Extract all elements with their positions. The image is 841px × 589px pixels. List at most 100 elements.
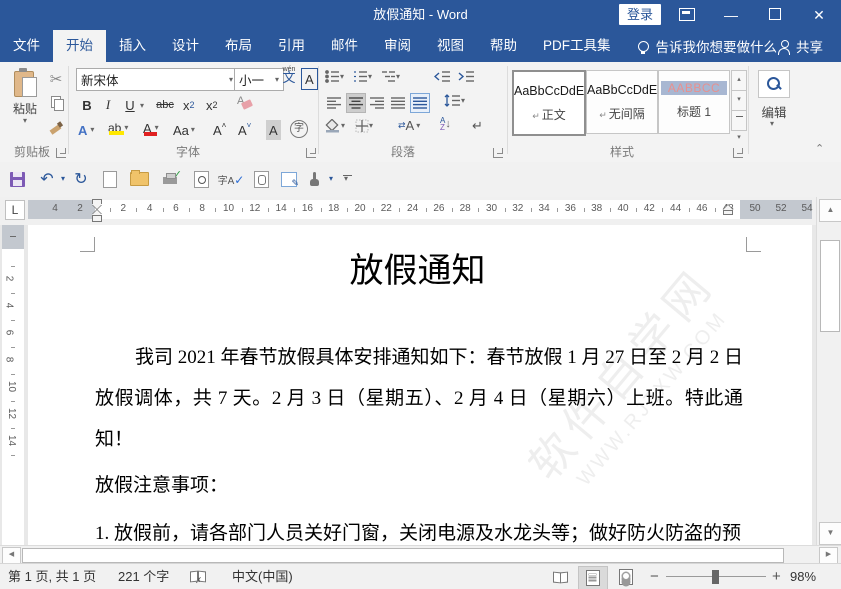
styles-gallery-up-button[interactable]: ▴ xyxy=(731,70,747,91)
zoom-out-button[interactable]: − xyxy=(650,564,659,589)
zoom-in-button[interactable]: + xyxy=(772,564,781,589)
undo-button[interactable]: ↶ xyxy=(34,167,60,191)
tab-帮助[interactable]: 帮助 xyxy=(477,30,530,62)
show-marks-button[interactable]: ↵ xyxy=(472,118,483,134)
tab-设计[interactable]: 设计 xyxy=(159,30,212,62)
clipboard-dialog-launcher-icon[interactable] xyxy=(56,148,66,158)
close-button[interactable]: ✕ xyxy=(797,0,841,30)
sort-button[interactable]: AZ↓ xyxy=(440,117,451,131)
paste-button[interactable]: 粘贴 ▾ xyxy=(6,68,44,154)
phonetic-guide-button[interactable]: wén文 xyxy=(280,67,298,87)
font-dialog-launcher-icon[interactable] xyxy=(306,148,316,158)
editing-dropdown-caret[interactable]: ▾ xyxy=(770,120,774,128)
superscript-button[interactable]: x2 xyxy=(206,95,218,115)
justify-button[interactable] xyxy=(389,94,407,112)
tab-视图[interactable]: 视图 xyxy=(424,30,477,62)
tab-开始[interactable]: 开始 xyxy=(53,30,106,62)
redo-button[interactable]: ↻ xyxy=(68,167,94,191)
language-status[interactable]: 中文(中国) xyxy=(232,564,293,589)
styles-gallery-down-button[interactable]: ▾ xyxy=(731,90,747,111)
font-color-button[interactable]: A▾ xyxy=(143,118,159,138)
print-preview-button[interactable] xyxy=(188,167,214,191)
character-border-button[interactable]: A xyxy=(301,68,318,90)
touch-mode-caret[interactable]: ▾ xyxy=(326,167,336,191)
collapse-ribbon-button[interactable]: ⌃ xyxy=(815,142,824,155)
zoom-slider-thumb[interactable] xyxy=(712,570,719,584)
horizontal-ruler[interactable]: 2468101214161820222426283032343638404244… xyxy=(28,200,812,219)
cut-button[interactable]: ✂ xyxy=(46,70,66,88)
paragraph-dialog-launcher-icon[interactable] xyxy=(493,148,503,158)
style-card-heading1[interactable]: AABBCC 标题 1 xyxy=(658,70,730,134)
scroll-down-button[interactable]: ▼ xyxy=(819,522,841,545)
undo-caret[interactable]: ▾ xyxy=(58,167,68,191)
attach-button[interactable] xyxy=(248,167,274,191)
print-layout-button[interactable] xyxy=(578,566,608,589)
right-indent-marker[interactable] xyxy=(723,205,733,221)
tab-布局[interactable]: 布局 xyxy=(212,30,265,62)
save-button[interactable] xyxy=(6,167,28,191)
copy-button[interactable] xyxy=(47,94,67,112)
strikethrough-button[interactable]: abc xyxy=(153,95,177,115)
vertical-scrollbar[interactable]: ▲ ▼ xyxy=(816,197,841,545)
ribbon-display-options-button[interactable] xyxy=(665,0,709,30)
font-name-combo[interactable]: 新宋体▾ xyxy=(76,68,238,91)
decrease-indent-button[interactable] xyxy=(434,70,451,83)
font-size-combo[interactable]: 小一▾ xyxy=(234,68,284,91)
subscript-button[interactable]: x2 xyxy=(183,95,195,115)
vertical-ruler[interactable]: 2468101214 xyxy=(2,225,24,545)
first-line-indent-marker[interactable] xyxy=(92,199,102,208)
zoom-level[interactable]: 98% xyxy=(790,564,816,589)
quick-print-button[interactable]: ✓ xyxy=(156,167,184,191)
italic-button[interactable]: I xyxy=(102,95,114,115)
align-left-button[interactable] xyxy=(325,94,343,112)
text-effects-button[interactable]: A▾ xyxy=(78,120,94,140)
tab-审阅[interactable]: 审阅 xyxy=(371,30,424,62)
enclose-characters-button[interactable]: 字 xyxy=(290,120,308,138)
increase-indent-button[interactable] xyxy=(458,70,475,83)
left-indent-marker[interactable] xyxy=(92,210,102,226)
underline-caret[interactable]: ▾ xyxy=(140,102,144,110)
clear-formatting-button[interactable] xyxy=(235,95,255,113)
format-painter-button[interactable] xyxy=(46,118,66,136)
change-case-button[interactable]: Aa▾ xyxy=(173,120,195,140)
web-layout-button[interactable] xyxy=(612,566,640,588)
underline-button[interactable]: U xyxy=(124,95,136,115)
scroll-left-button[interactable]: ◀ xyxy=(2,547,21,564)
read-mode-button[interactable] xyxy=(546,566,574,588)
touch-mode-button[interactable] xyxy=(304,167,326,191)
line-spacing-button[interactable]: ▾ xyxy=(444,94,465,107)
tab-PDF工具集[interactable]: PDF工具集 xyxy=(530,30,624,62)
bold-button[interactable]: B xyxy=(80,95,94,115)
shrink-font-button[interactable]: A˅ xyxy=(238,120,251,140)
new-document-button[interactable] xyxy=(98,167,122,191)
style-card-normal[interactable]: AaBbCcDdE 正文 xyxy=(512,70,586,136)
align-right-button[interactable] xyxy=(368,94,386,112)
highlight-color-button[interactable]: ab▾ xyxy=(108,118,128,138)
multilevel-list-button[interactable]: ▾ xyxy=(381,70,400,83)
page-info[interactable]: 第 1 页, 共 1 页 xyxy=(8,564,96,589)
minimize-button[interactable]: — xyxy=(709,0,753,30)
numbered-list-button[interactable]: ▾ xyxy=(353,70,372,83)
borders-button[interactable]: ▾ xyxy=(355,119,373,133)
shading-button[interactable]: ▾ xyxy=(325,119,345,133)
tab-插入[interactable]: 插入 xyxy=(106,30,159,62)
scroll-right-button[interactable]: ▶ xyxy=(819,547,838,564)
maximize-button[interactable] xyxy=(753,0,797,30)
spelling-grammar-button[interactable]: 字A✓ xyxy=(216,167,246,191)
grow-font-button[interactable]: A˄ xyxy=(213,120,226,140)
scroll-up-button[interactable]: ▲ xyxy=(819,199,841,222)
tab-stop-selector[interactable]: L xyxy=(5,200,25,220)
character-scaling-button[interactable]: ⇄A▾ xyxy=(398,118,420,133)
bullet-list-button[interactable]: ▾ xyxy=(325,70,344,83)
styles-gallery-more-button[interactable]: ▾ xyxy=(731,110,747,131)
horizontal-scrollbar[interactable]: ◀ ▶ xyxy=(0,545,841,564)
tell-me-box[interactable]: 告诉我你想要做什么 xyxy=(638,30,778,62)
edit-table-button[interactable] xyxy=(276,167,302,191)
distribute-button[interactable] xyxy=(410,93,430,113)
vertical-scroll-thumb[interactable] xyxy=(820,240,840,332)
tab-邮件[interactable]: 邮件 xyxy=(318,30,371,62)
style-card-no-spacing[interactable]: AaBbCcDdE 无间隔 xyxy=(586,70,658,134)
styles-dialog-launcher-icon[interactable] xyxy=(733,148,743,158)
open-button[interactable] xyxy=(126,167,152,191)
word-count[interactable]: 221 个字 xyxy=(118,564,169,589)
